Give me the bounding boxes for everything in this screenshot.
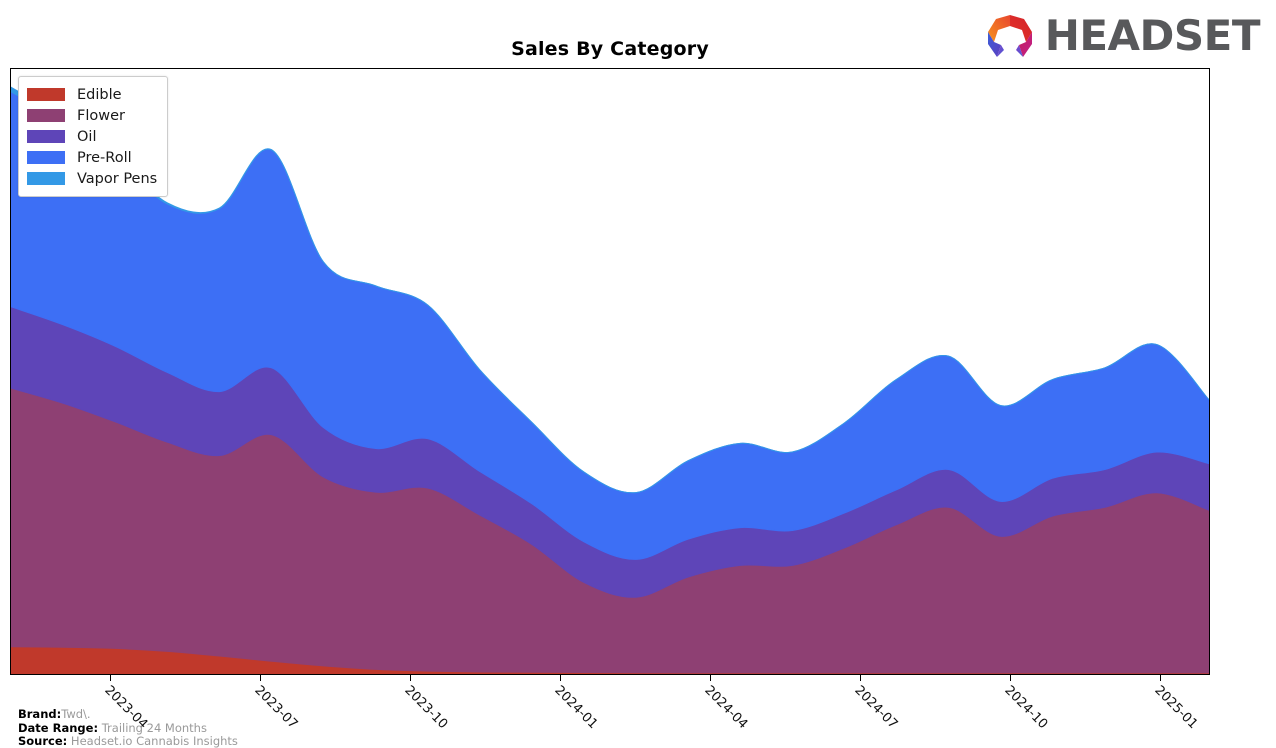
- x-tick-mark: [559, 675, 561, 681]
- chart-footer: Brand:Twd\. Date Range: Trailing 24 Mont…: [18, 707, 238, 748]
- legend-item-vapor-pens[interactable]: Vapor Pens: [27, 168, 157, 189]
- legend-swatch-icon: [27, 172, 65, 185]
- legend-item-label: Pre-Roll: [77, 149, 132, 166]
- footer-source-value: Headset.io Cannabis Insights: [70, 734, 238, 748]
- footer-brand-value: Twd\.: [61, 707, 91, 721]
- legend-item-pre-roll[interactable]: Pre-Roll: [27, 147, 157, 168]
- headset-hexagon-logo-icon: [987, 15, 1032, 57]
- legend-item-oil[interactable]: Oil: [27, 126, 157, 147]
- x-tick-label: 2024-01: [551, 683, 601, 733]
- x-tick-label: 2023-07: [251, 683, 301, 733]
- x-tick-label: 2024-04: [701, 683, 751, 733]
- footer-source-key: Source:: [18, 734, 68, 748]
- legend-swatch-icon: [27, 130, 65, 143]
- x-tick-mark: [709, 675, 711, 681]
- logo-wordmark: HEADSET: [1044, 11, 1261, 60]
- legend-item-flower[interactable]: Flower: [27, 105, 157, 126]
- x-tick-label: 2024-10: [1001, 683, 1051, 733]
- x-tick-mark: [1009, 675, 1011, 681]
- chart-page: Sales By Category HEADSET Edible Flower …: [0, 0, 1276, 748]
- footer-date-range-value: Trailing 24 Months: [101, 720, 207, 735]
- legend-item-label: Flower: [77, 107, 125, 124]
- x-tick-label: 2023-10: [401, 683, 451, 733]
- footer-brand-row: Brand:Twd\.: [18, 707, 238, 722]
- stacked-area-chart: [11, 86, 1209, 674]
- legend-item-label: Oil: [77, 128, 97, 145]
- legend-swatch-icon: [27, 151, 65, 164]
- plot-area: [10, 68, 1210, 675]
- x-tick-mark: [109, 675, 111, 681]
- footer-brand-key: Brand:: [18, 707, 62, 721]
- footer-date-range-row: Date Range: Trailing 24 Months: [18, 720, 238, 736]
- x-tick-label: 2024-07: [851, 683, 901, 733]
- x-tick-mark: [859, 675, 861, 681]
- footer-date-range-key: Date Range:: [18, 720, 99, 735]
- legend-item-edible[interactable]: Edible: [27, 84, 157, 105]
- legend-swatch-icon: [27, 109, 65, 122]
- x-tick-label: 2025-01: [1151, 683, 1201, 733]
- chart-legend: Edible Flower Oil Pre-Roll Vapor Pens: [18, 76, 169, 197]
- headset-logo: HEADSET: [983, 11, 1261, 60]
- legend-item-label: Vapor Pens: [77, 170, 158, 187]
- x-tick-mark: [1159, 675, 1161, 681]
- legend-item-label: Edible: [77, 86, 122, 103]
- x-tick-mark: [259, 675, 261, 681]
- legend-swatch-icon: [27, 88, 65, 101]
- x-tick-mark: [409, 675, 411, 681]
- footer-source-row: Source: Headset.io Cannabis Insights: [18, 734, 238, 748]
